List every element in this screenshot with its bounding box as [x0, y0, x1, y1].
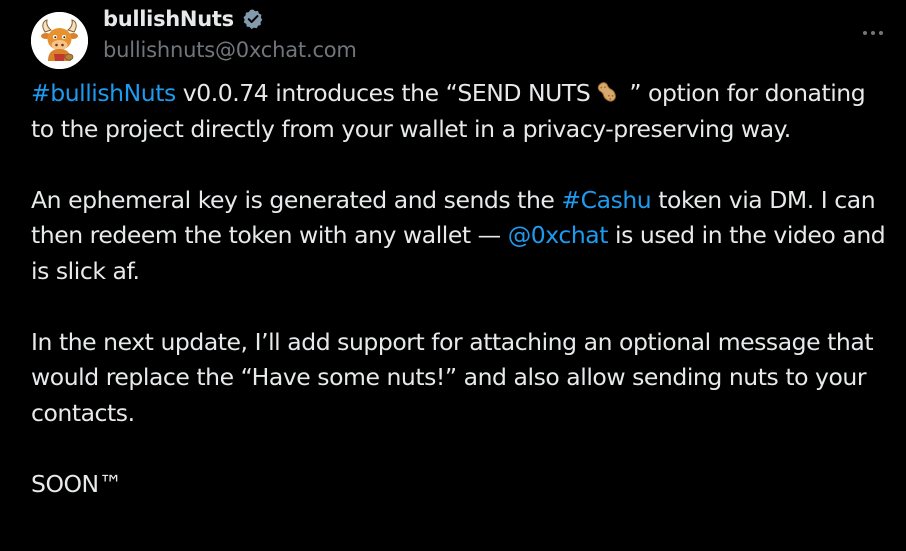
author-name-row: bullishNuts: [103, 7, 264, 31]
avatar[interactable]: [31, 12, 88, 69]
post-text: #bullishNuts v0.0.74 introduces the “SEN…: [31, 76, 893, 502]
hashtag-link[interactable]: #bullishNuts: [31, 79, 176, 107]
post-paragraph-1: #bullishNuts v0.0.74 introduces the “SEN…: [31, 76, 893, 147]
bull-mascot-icon: [31, 12, 88, 69]
post-card: bullishNuts bullishnuts@0xchat.com #bull…: [0, 0, 906, 551]
post-text-segment: An ephemeral key is generated and sends …: [31, 185, 562, 214]
hashtag-link[interactable]: #Cashu: [561, 186, 651, 214]
post-text-segment: v0.0.74 introduces the “SEND NUTS: [175, 79, 591, 107]
post-paragraph-4: SOON™: [31, 469, 122, 498]
author-handle[interactable]: bullishnuts@0xchat.com: [103, 38, 357, 62]
more-horizontal-icon: [863, 31, 867, 35]
post-paragraph-3: In the next update, I’ll add support for…: [31, 327, 874, 427]
more-horizontal-icon: [871, 31, 875, 35]
more-options-button[interactable]: [858, 18, 888, 48]
post-paragraph-2: An ephemeral key is generated and sends …: [31, 183, 893, 290]
more-horizontal-icon: [879, 31, 883, 35]
verified-badge-icon: [242, 8, 264, 30]
mention-link[interactable]: @0xchat: [508, 221, 609, 249]
display-name[interactable]: bullishNuts: [103, 7, 234, 31]
peanut-icon: [594, 79, 620, 105]
